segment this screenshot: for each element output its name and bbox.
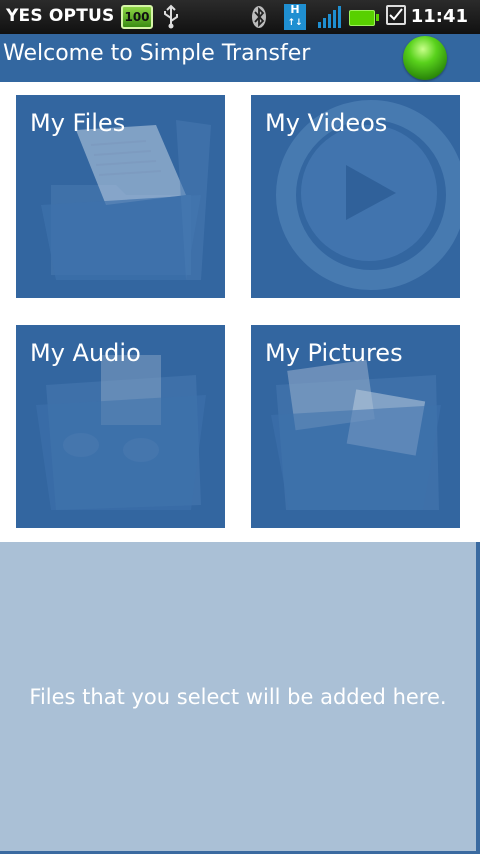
battery-level-badge: 100	[121, 5, 153, 29]
hsdpa-icon: H ↑↓	[284, 4, 306, 30]
tile-my-pictures[interactable]: My Pictures	[251, 325, 460, 528]
bluetooth-icon	[252, 6, 266, 28]
tile-label: My Files	[30, 109, 126, 137]
battery-icon	[349, 10, 379, 26]
clock: 11:41	[410, 6, 468, 27]
tile-label: My Audio	[30, 339, 141, 367]
tile-my-files[interactable]: My Files	[16, 95, 225, 298]
tile-label: My Videos	[265, 109, 388, 137]
category-grid: My Files My Videos My Audio My Pictures	[0, 82, 480, 542]
usb-icon	[164, 4, 178, 29]
carrier-name: YES OPTUS	[6, 6, 115, 26]
selected-files-dropzone[interactable]: Files that you select will be added here…	[0, 542, 480, 854]
tile-my-audio[interactable]: My Audio	[16, 325, 225, 528]
tile-label: My Pictures	[265, 339, 403, 367]
status-bar: YES OPTUS 100 H ↑↓ 11:41	[0, 0, 480, 34]
connection-status-indicator	[403, 36, 447, 80]
signal-icon	[318, 6, 341, 28]
dropzone-message: Files that you select will be added here…	[29, 685, 447, 709]
checkbox-notification-icon	[386, 5, 406, 25]
network-type-label: H	[290, 3, 300, 16]
page-title: Welcome to Simple Transfer	[3, 41, 311, 66]
tile-my-videos[interactable]: My Videos	[251, 95, 460, 298]
